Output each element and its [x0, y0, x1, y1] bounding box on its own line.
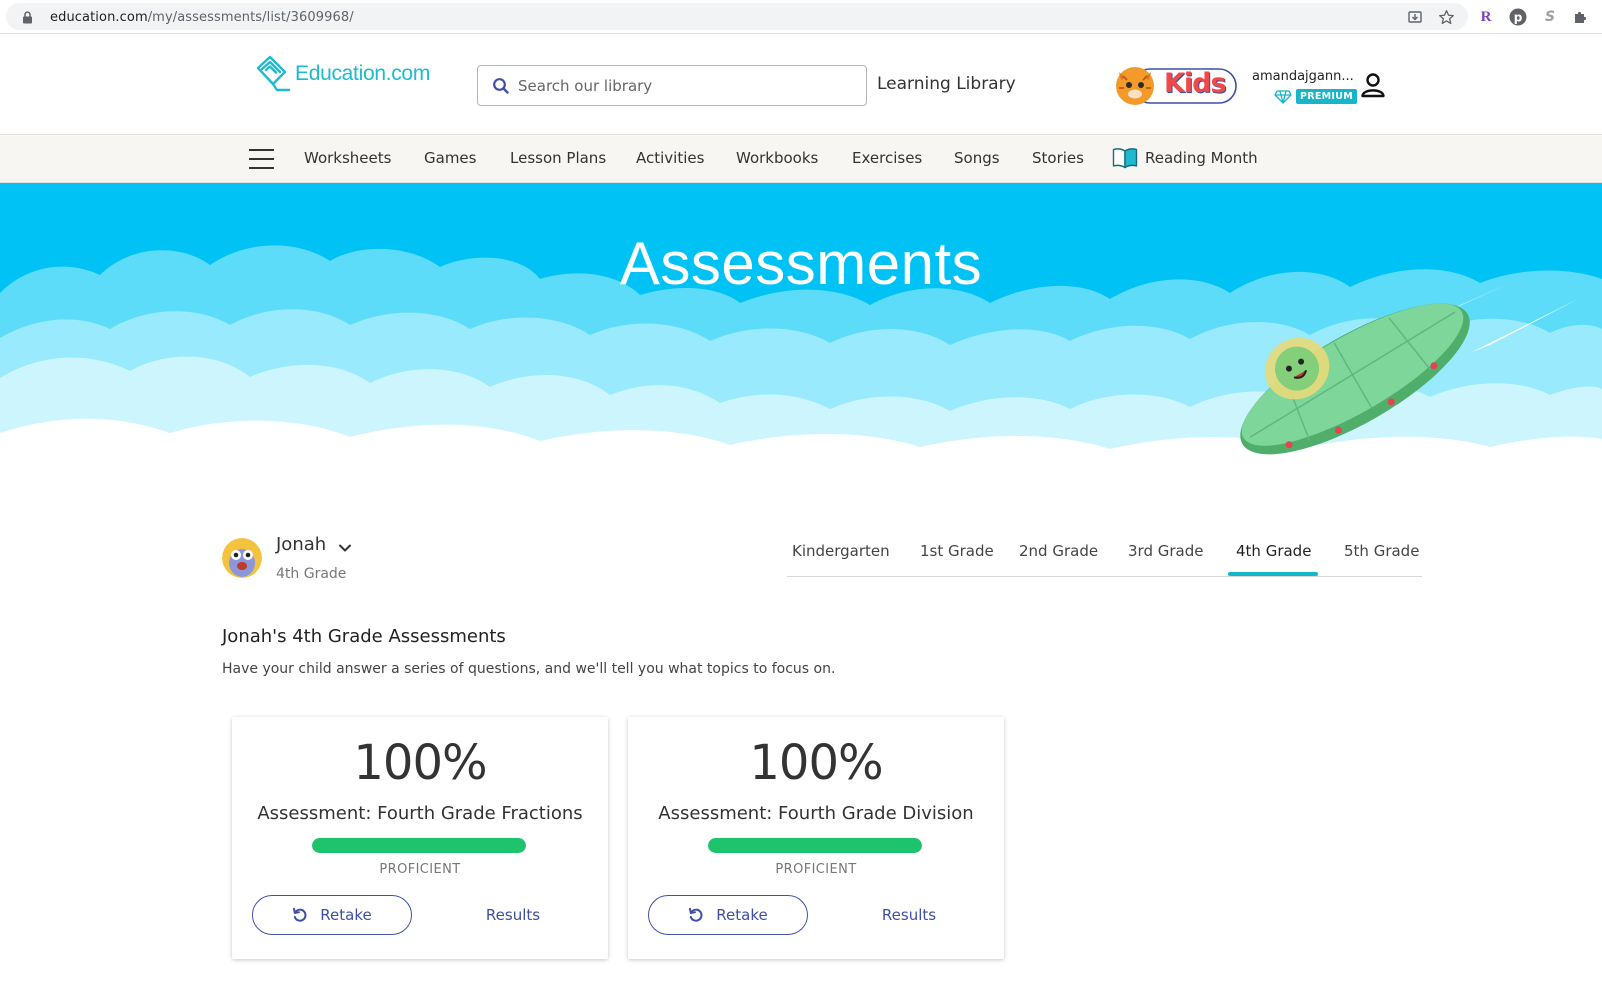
url-text: education.com/my/assessments/list/360996…	[50, 10, 354, 25]
assessment-score: 100%	[749, 735, 883, 791]
retake-label: Retake	[320, 906, 372, 924]
kids-label: Kids	[1164, 68, 1227, 99]
nav-stories[interactable]: Stories	[1032, 149, 1084, 167]
tab-2nd-grade[interactable]: 2nd Grade	[1019, 542, 1098, 560]
tab-4th-grade[interactable]: 4th Grade	[1236, 542, 1311, 560]
install-app-icon[interactable]	[1405, 7, 1425, 27]
retake-button[interactable]: Retake	[252, 895, 412, 935]
bookmark-star-icon[interactable]	[1436, 7, 1456, 27]
user-account-icon[interactable]	[1360, 72, 1386, 98]
page-title: Assessments	[619, 230, 983, 297]
browser-toolbar: education.com/my/assessments/list/360996…	[0, 0, 1602, 34]
nav-games[interactable]: Games	[424, 149, 476, 167]
search-input[interactable]	[518, 74, 848, 98]
nav-lesson-plans[interactable]: Lesson Plans	[510, 149, 606, 167]
nav-songs[interactable]: Songs	[954, 149, 1000, 167]
url-host: education.com	[50, 10, 148, 25]
site-logo[interactable]: Education.com	[252, 54, 430, 94]
assessment-title[interactable]: Assessment: Fourth Grade Division	[628, 803, 1004, 824]
active-tab-indicator	[1228, 572, 1318, 576]
retake-icon	[293, 907, 307, 922]
proficiency-status: PROFICIENT	[379, 862, 461, 877]
section-title: Jonah's 4th Grade Assessments	[222, 626, 506, 647]
clouds-illustration	[0, 245, 1602, 483]
monster-avatar-icon	[222, 538, 262, 578]
assessment-score: 100%	[353, 735, 487, 791]
progress-fill	[708, 838, 922, 853]
retake-button[interactable]: Retake	[648, 895, 808, 935]
logo-text: Education.com	[295, 62, 431, 85]
tab-1st-grade[interactable]: 1st Grade	[920, 542, 994, 560]
extension-s-icon[interactable]: S	[1540, 7, 1560, 27]
extensions-puzzle-icon[interactable]	[1570, 7, 1590, 27]
premium-indicator: PREMIUM	[1274, 89, 1358, 104]
tab-kindergarten[interactable]: Kindergarten	[792, 542, 890, 560]
assessment-title[interactable]: Assessment: Fourth Grade Fractions	[232, 803, 608, 824]
logo-paperclip-icon	[256, 55, 291, 92]
hero-banner: Assessments	[0, 183, 1602, 483]
learning-library-link[interactable]: Learning Library	[877, 74, 1016, 94]
nav-worksheets[interactable]: Worksheets	[304, 149, 391, 167]
pinterest-icon[interactable]: p	[1508, 7, 1528, 27]
grade-tabs: Kindergarten 1st Grade 2nd Grade 3rd Gra…	[787, 542, 1422, 577]
diamond-icon	[1274, 89, 1292, 104]
search-box	[477, 65, 867, 106]
assessment-card: 100% Assessment: Fourth Grade Fractions …	[232, 717, 608, 959]
avatar[interactable]	[222, 538, 262, 578]
nav-workbooks[interactable]: Workbooks	[736, 149, 818, 167]
user-name[interactable]: amandajgann...	[1252, 69, 1354, 84]
progress-bar	[312, 838, 526, 853]
open-book-icon	[1112, 148, 1138, 169]
nav-exercises[interactable]: Exercises	[852, 149, 922, 167]
svg-text:p: p	[1514, 11, 1523, 25]
menu-hamburger-icon[interactable]	[249, 149, 274, 169]
address-bar[interactable]: education.com/my/assessments/list/360996…	[6, 3, 1468, 30]
section-subtitle: Have your child answer a series of quest…	[222, 661, 836, 677]
nav-reading-month[interactable]: Reading Month	[1145, 149, 1258, 167]
tab-5th-grade[interactable]: 5th Grade	[1344, 542, 1419, 560]
tab-3rd-grade[interactable]: 3rd Grade	[1128, 542, 1203, 560]
chevron-down-icon[interactable]	[338, 543, 352, 553]
assessment-card: 100% Assessment: Fourth Grade Division P…	[628, 717, 1004, 959]
retake-label: Retake	[716, 906, 768, 924]
results-link[interactable]: Results	[458, 906, 568, 924]
search-icon[interactable]	[492, 77, 510, 95]
progress-fill	[312, 838, 526, 853]
lock-icon	[23, 11, 32, 24]
kids-button[interactable]: Kids	[1111, 64, 1241, 108]
nav-activities[interactable]: Activities	[636, 149, 704, 167]
extension-r-icon[interactable]: R	[1476, 7, 1496, 27]
main-nav: Worksheets Games Lesson Plans Activities…	[0, 134, 1602, 183]
retake-icon	[689, 907, 703, 922]
progress-bar	[708, 838, 922, 853]
child-grade: 4th Grade	[276, 566, 347, 582]
premium-badge: PREMIUM	[1296, 89, 1358, 104]
results-link[interactable]: Results	[854, 906, 964, 924]
url-path: /my/assessments/list/3609968/	[147, 10, 354, 25]
proficiency-status: PROFICIENT	[775, 862, 857, 877]
site-header: Education.com Learning Library Kids aman…	[0, 34, 1602, 134]
child-name[interactable]: Jonah	[276, 534, 326, 555]
